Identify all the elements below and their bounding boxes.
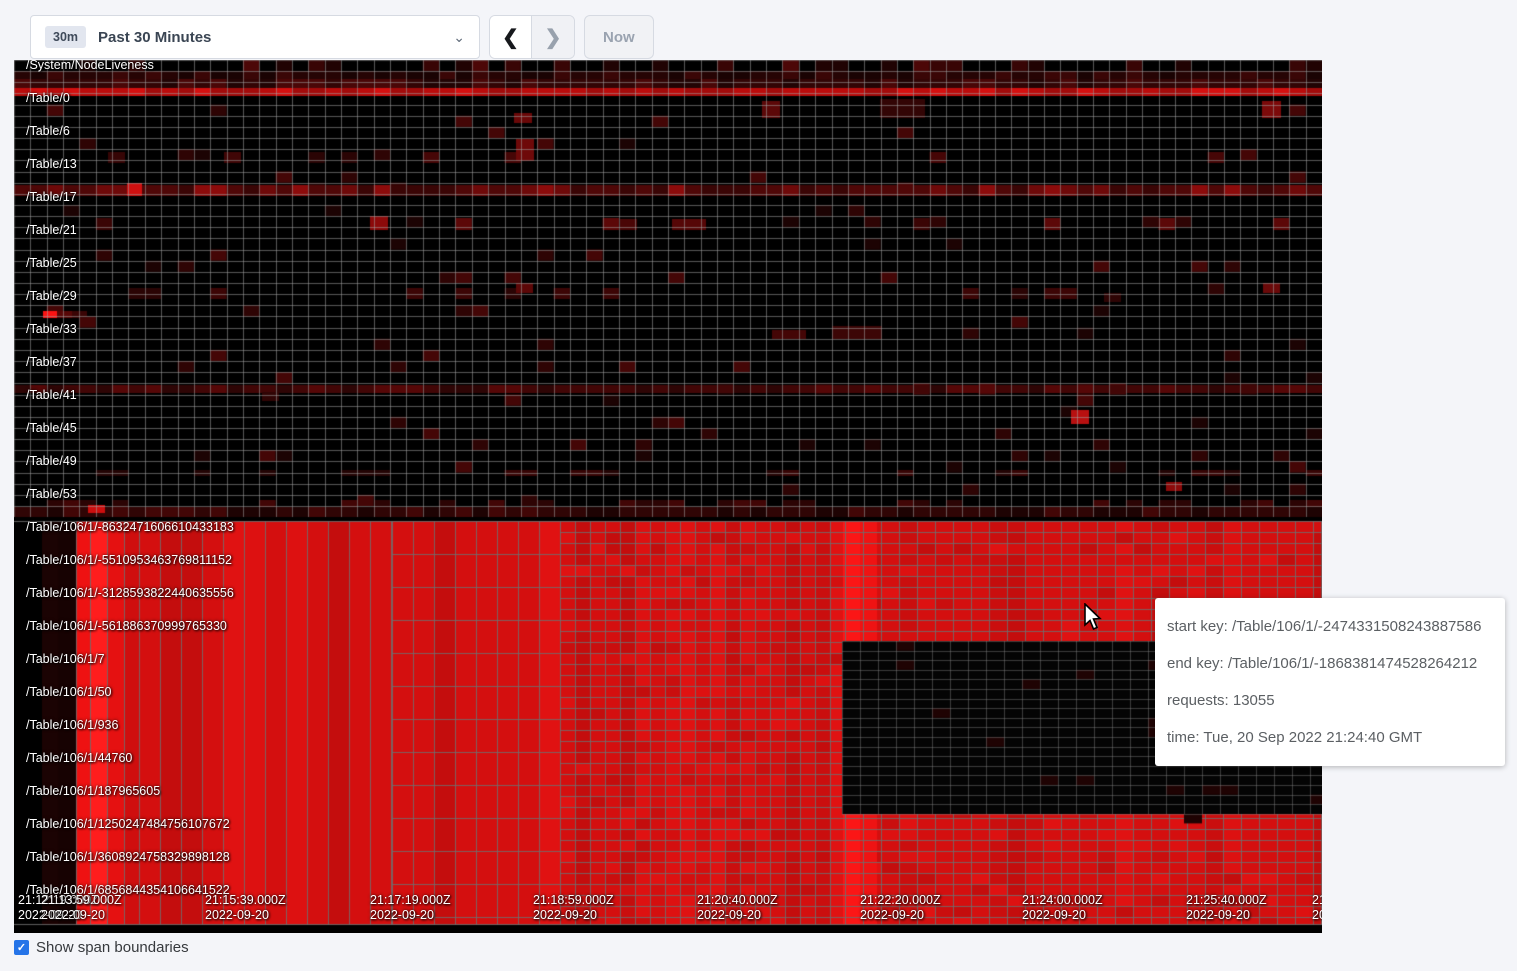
next-time-button[interactable]: ❯ xyxy=(532,16,574,58)
show-span-boundaries-checkbox[interactable]: ✓ xyxy=(14,940,29,955)
span-boundaries-row: ✓ Show span boundaries xyxy=(14,939,189,956)
key-visualizer: /System/NodeLiveness/Table/0/Table/6/Tab… xyxy=(14,60,1322,933)
cell-tooltip: start key: /Table/106/1/-247433150824388… xyxy=(1155,598,1505,766)
time-range-badge: 30m xyxy=(45,26,86,48)
key-visualizer-heatmap[interactable] xyxy=(14,60,1322,933)
tooltip-end-key: end key: /Table/106/1/-18683814745282642… xyxy=(1167,645,1493,682)
now-button[interactable]: Now xyxy=(584,15,654,59)
prev-time-button[interactable]: ❮ xyxy=(490,16,532,58)
chevron-down-icon: ⌄ xyxy=(453,29,465,46)
toolbar: 30m Past 30 Minutes ⌄ ❮ ❯ Now xyxy=(0,0,1517,60)
time-nav-group: ❮ ❯ xyxy=(489,15,575,59)
tooltip-requests: requests: 13055 xyxy=(1167,682,1493,719)
tooltip-start-key: start key: /Table/106/1/-247433150824388… xyxy=(1167,608,1493,645)
time-range-label: Past 30 Minutes xyxy=(98,29,453,46)
time-range-select[interactable]: 30m Past 30 Minutes ⌄ xyxy=(30,15,480,59)
show-span-boundaries-label: Show span boundaries xyxy=(36,939,189,956)
tooltip-time: time: Tue, 20 Sep 2022 21:24:40 GMT xyxy=(1167,719,1493,756)
